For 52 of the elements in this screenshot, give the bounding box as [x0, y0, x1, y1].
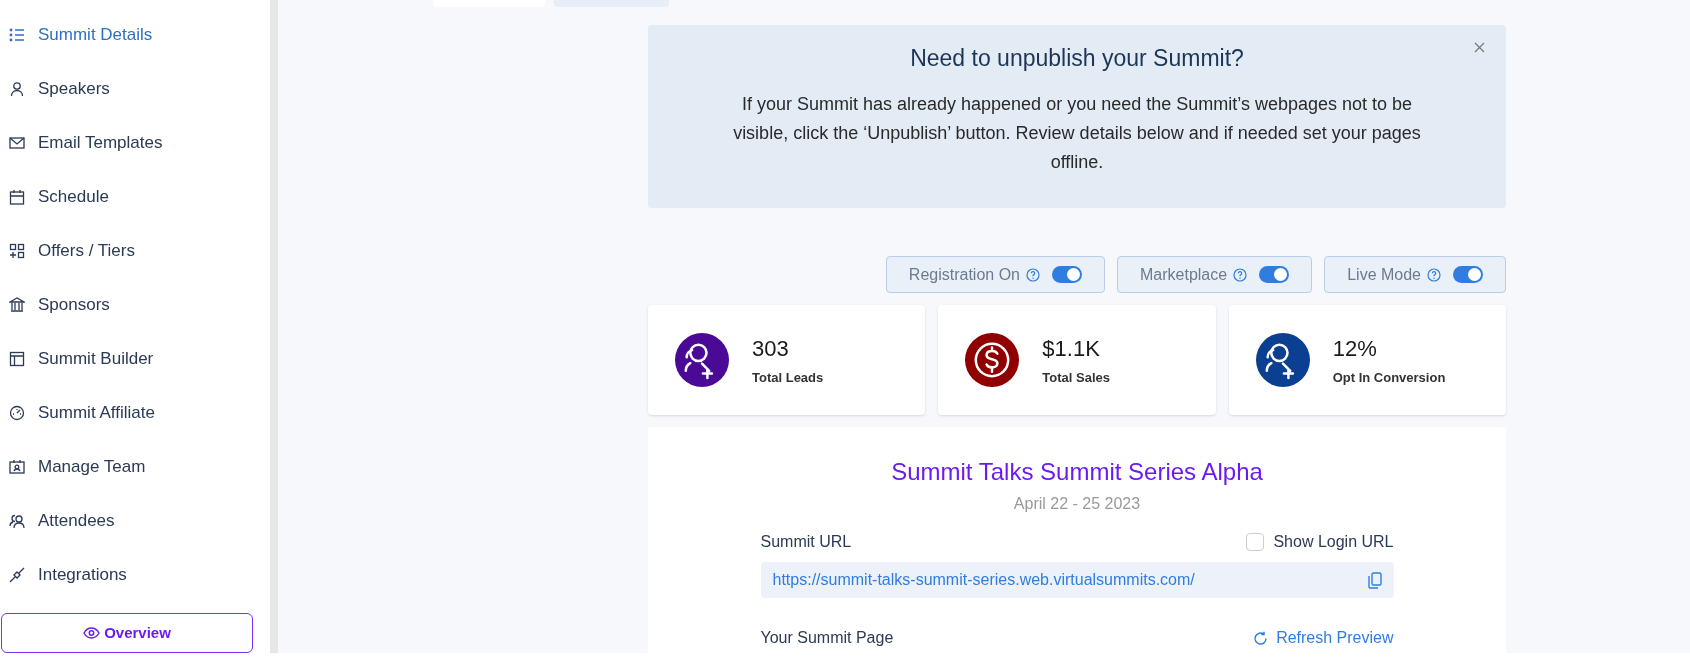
gauge-icon	[9, 405, 25, 421]
bank-icon	[9, 297, 25, 313]
sidebar-item[interactable]: Speakers	[0, 62, 270, 116]
toggle-label: Registration On	[908, 264, 1020, 285]
stat-value: 12%	[1332, 335, 1378, 364]
help-icon[interactable]	[1026, 267, 1040, 282]
sidebar-item[interactable]: Summit Builder	[0, 332, 270, 386]
sidebar-item[interactable]: Offers / Tiers	[0, 224, 270, 278]
sidebar-item[interactable]: Integrations	[0, 548, 270, 602]
page-label: Your Summit Page	[760, 628, 894, 648]
url-field[interactable]: https://summit-talks-summit-series.web.virtualsummits.com/	[760, 562, 1394, 598]
mail-icon	[9, 135, 25, 151]
copy-icon[interactable]	[1367, 571, 1382, 589]
grid-icon	[9, 243, 25, 259]
overview-button[interactable]: Overview	[1, 613, 253, 653]
badge-icon	[9, 459, 25, 475]
toggle-label: Marketplace	[1140, 264, 1228, 285]
toggle-switch[interactable]	[1259, 266, 1290, 283]
layout-icon	[9, 351, 25, 367]
sidebar-item[interactable]: Summit Details	[0, 8, 270, 62]
toggle-switch[interactable]	[1052, 266, 1082, 283]
users-icon	[9, 513, 25, 529]
stat-label: Opt In Conversion	[1332, 369, 1446, 388]
url-label: Summit URL	[760, 532, 852, 552]
toggle-switch[interactable]	[1453, 266, 1483, 283]
sidebar-item[interactable]: Manage Team	[0, 440, 270, 494]
stat-value: $1.1K	[1042, 335, 1101, 364]
stat-value: 303	[752, 335, 790, 364]
stat-label: Total Leads	[752, 369, 824, 388]
sidebar-item[interactable]: Summit Affiliate	[0, 386, 270, 440]
plug-icon	[9, 567, 25, 583]
banner-title: Need to unpublish your Summit?	[910, 44, 1244, 73]
close-icon[interactable]	[1474, 42, 1485, 53]
sidebar-item[interactable]: Schedule	[0, 170, 270, 224]
toggle-label: Live Mode	[1347, 264, 1421, 285]
refresh-link[interactable]: Refresh Preview	[1253, 626, 1394, 650]
sidebar-item[interactable]: Attendees	[0, 494, 270, 548]
refresh-icon	[1253, 630, 1269, 646]
checkbox[interactable]	[1246, 533, 1265, 551]
calendar-icon	[9, 189, 25, 205]
stat-label: Total Sales	[1042, 369, 1110, 388]
eye-icon	[83, 627, 101, 639]
user-icon	[9, 81, 25, 97]
checkbox-label: Show Login URL	[1273, 532, 1394, 552]
list-icon	[9, 27, 25, 43]
help-icon[interactable]	[1427, 267, 1441, 282]
help-icon[interactable]	[1233, 267, 1248, 282]
summit-title: Summit Talks Summit Series Alpha	[891, 457, 1263, 487]
banner-text: If your Summit has already happened or you need the Summit’s webpages not to be visible, click the ‘Unpublish’ button. Review details below and if needed set your pages offline.	[732, 92, 1422, 174]
summit-dates: April 22 - 25 2023	[1013, 494, 1141, 514]
sidebar-item[interactable]: Sponsors	[0, 278, 270, 332]
sidebar-item[interactable]: Email Templates	[0, 116, 270, 170]
